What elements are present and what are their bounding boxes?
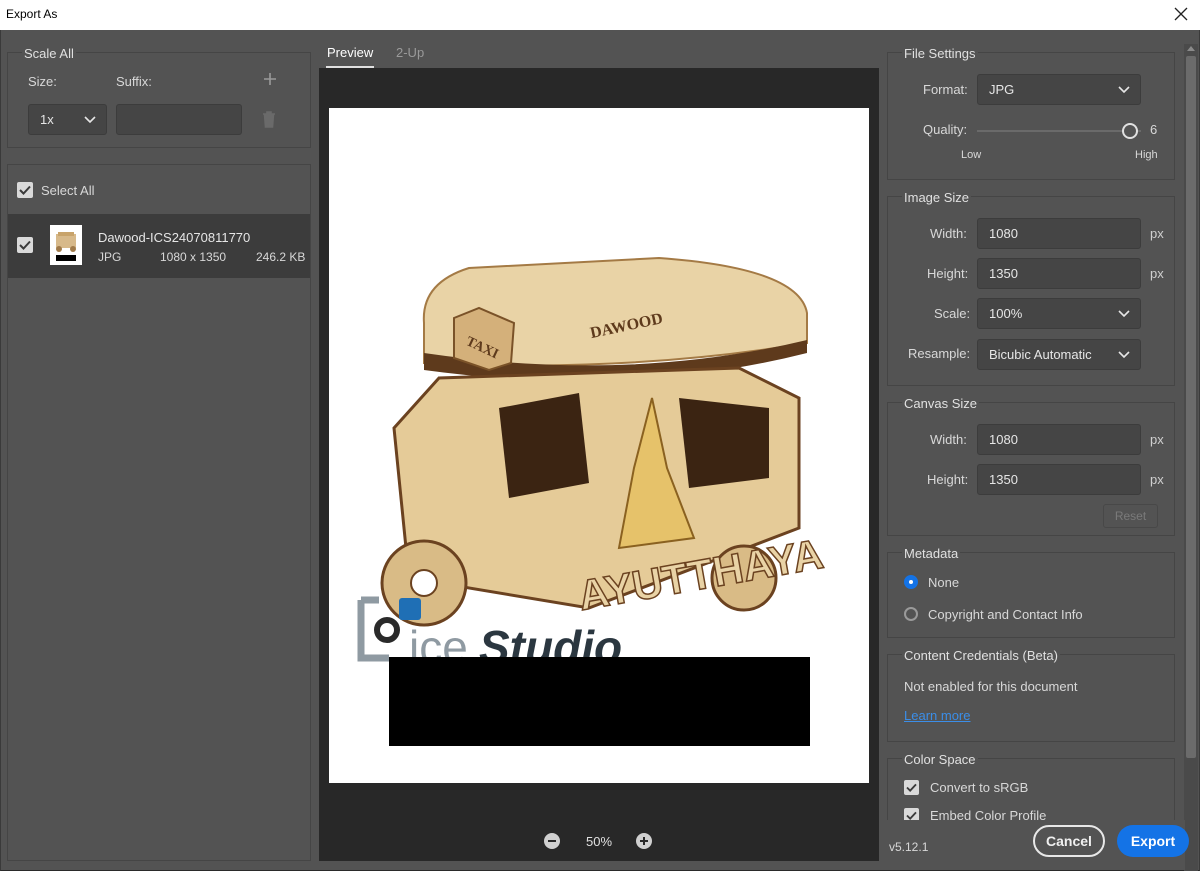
image-width-label: Width: — [930, 226, 967, 241]
scroll-thumb[interactable] — [1186, 56, 1196, 758]
format-label: Format: — [923, 82, 968, 97]
file-item-checkbox[interactable] — [17, 237, 33, 253]
tab-2-up[interactable]: 2-Up — [396, 45, 424, 60]
image-width-unit: px — [1150, 226, 1164, 241]
resample-label: Resample: — [908, 346, 971, 361]
dialog-body: Scale All Size: Suffix: 1x Select All Da… — [0, 30, 1200, 871]
settings-scrollbar[interactable] — [1184, 44, 1198, 871]
canvas-height-input[interactable]: 1350 — [977, 464, 1141, 495]
resample-select-value: Bicubic Automatic — [989, 347, 1092, 362]
trash-icon[interactable] — [261, 110, 277, 128]
scale-label: Scale: — [934, 306, 971, 321]
content-credentials-status: Not enabled for this document — [904, 679, 1078, 694]
image-width-input[interactable]: 1080 — [977, 218, 1141, 249]
image-size-legend: Image Size — [902, 190, 972, 205]
preview-image: AYUTTHAYA TAXI DAWOOD ice Studio — [357, 256, 827, 746]
metadata-copyright-label: Copyright and Contact Info — [928, 607, 1083, 622]
scroll-up-icon[interactable] — [1187, 46, 1195, 51]
canvas-size-legend: Canvas Size — [902, 396, 979, 411]
suffix-label: Suffix: — [116, 74, 152, 89]
file-size: 246.2 KB — [256, 250, 306, 264]
cancel-button[interactable]: Cancel — [1033, 825, 1105, 857]
quality-slider-thumb[interactable] — [1121, 123, 1138, 139]
format-select-value: JPG — [989, 82, 1015, 97]
learn-more-link[interactable]: Learn more — [904, 708, 970, 723]
chevron-down-icon — [84, 115, 96, 123]
color-space-legend: Color Space — [902, 752, 978, 767]
file-settings-legend: File Settings — [902, 46, 978, 61]
scale-select[interactable]: 100% — [977, 298, 1141, 329]
preview-area: AYUTTHAYA TAXI DAWOOD ice Studio 50% — [319, 68, 879, 861]
canvas-width-label: Width: — [930, 432, 967, 447]
canvas-width-unit: px — [1150, 432, 1164, 447]
close-icon[interactable] — [1170, 3, 1192, 25]
zoom-in-icon[interactable] — [636, 833, 652, 849]
export-button[interactable]: Export — [1117, 825, 1189, 857]
select-all-label: Select All — [41, 183, 95, 198]
metadata-panel — [887, 552, 1175, 638]
file-name: Dawood-ICS24070811770 — [98, 230, 251, 245]
quality-value: 6 — [1150, 122, 1158, 137]
file-format: JPG — [98, 250, 122, 264]
convert-srgb-label: Convert to sRGB — [930, 780, 1029, 795]
quality-low-label: Low — [961, 149, 982, 161]
chevron-down-icon — [1118, 309, 1130, 317]
reset-button[interactable]: Reset — [1103, 504, 1158, 528]
preview-canvas: AYUTTHAYA TAXI DAWOOD ice Studio — [329, 108, 869, 783]
suffix-input[interactable] — [116, 104, 242, 135]
canvas-height-unit: px — [1150, 472, 1164, 487]
tab-preview[interactable]: Preview — [327, 45, 373, 60]
file-dimensions: 1080 x 1350 — [160, 250, 227, 264]
metadata-none-label: None — [928, 575, 960, 590]
resample-select[interactable]: Bicubic Automatic — [977, 339, 1141, 370]
format-select[interactable]: JPG — [977, 74, 1141, 105]
file-list-item[interactable]: Dawood-ICS24070811770 JPG 1080 x 1350 24… — [8, 214, 310, 278]
quality-slider[interactable] — [977, 123, 1141, 139]
file-thumbnail — [50, 225, 82, 265]
chevron-down-icon — [1118, 350, 1130, 358]
window-title: Export As — [6, 7, 58, 21]
metadata-copyright-radio[interactable] — [904, 607, 918, 621]
metadata-none-radio[interactable] — [904, 575, 918, 589]
image-height-input[interactable]: 1350 — [977, 258, 1141, 289]
scale-all-legend: Scale All — [22, 46, 76, 61]
scale-select-value: 100% — [989, 306, 1023, 321]
version-label: v5.12.1 — [889, 840, 929, 854]
content-credentials-panel — [887, 654, 1175, 742]
convert-srgb-checkbox[interactable] — [904, 780, 919, 795]
size-select[interactable]: 1x — [28, 104, 107, 135]
chevron-down-icon — [1118, 85, 1130, 93]
metadata-legend: Metadata — [902, 546, 961, 561]
title-bar: Export As — [0, 0, 1200, 30]
image-height-label: Height: — [927, 266, 969, 281]
file-settings-panel — [887, 52, 1175, 180]
canvas-height-label: Height: — [927, 472, 969, 487]
zoom-level: 50% — [586, 834, 613, 849]
image-height-unit: px — [1150, 266, 1164, 281]
size-select-value: 1x — [40, 112, 54, 127]
canvas-width-input[interactable]: 1080 — [977, 424, 1141, 455]
quality-high-label: High — [1135, 149, 1158, 161]
zoom-controls: 50% — [319, 827, 879, 855]
size-label: Size: — [28, 74, 57, 89]
plus-icon[interactable] — [261, 70, 279, 88]
quality-label: Quality: — [923, 122, 968, 137]
select-all-checkbox[interactable] — [17, 182, 33, 198]
content-credentials-legend: Content Credentials (Beta) — [902, 648, 1060, 663]
zoom-out-icon[interactable] — [544, 833, 560, 849]
redaction-box — [389, 657, 810, 746]
